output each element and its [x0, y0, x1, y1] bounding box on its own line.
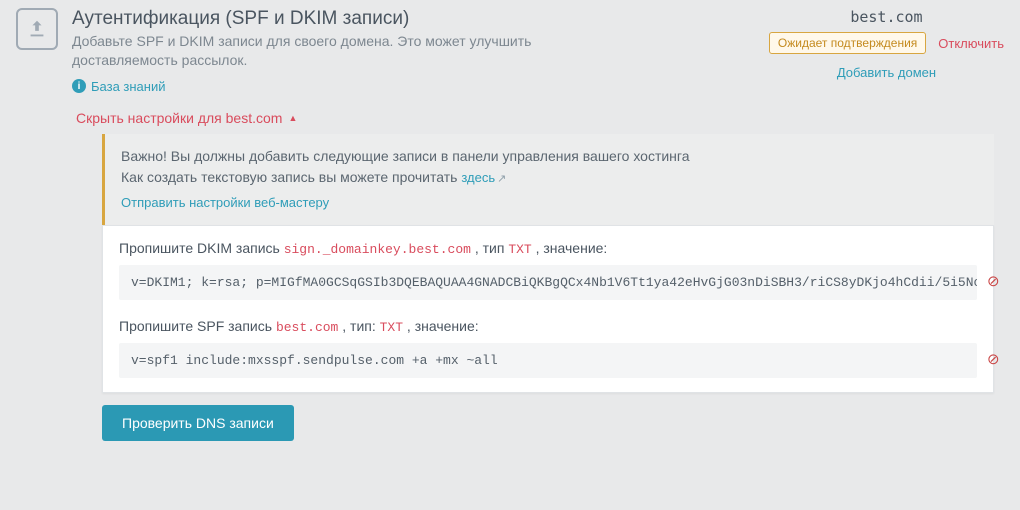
add-domain-link[interactable]: Добавить домен [837, 65, 936, 80]
disable-link[interactable]: Отключить [938, 36, 1004, 51]
kb-link-label: База знаний [91, 79, 166, 94]
dkim-host: sign._domainkey.best.com [284, 242, 471, 257]
send-to-webmaster-link[interactable]: Отправить настройки веб-мастеру [121, 193, 978, 213]
page-title: Аутентификация (SPF и DKIM записи) [72, 8, 755, 30]
page-subtitle: Добавьте SPF и DKIM записи для своего до… [72, 32, 592, 70]
spf-instruction: Пропишите SPF запись best.com , тип: TXT… [119, 318, 977, 335]
toggle-settings-link[interactable]: Скрыть настройки для best.com [76, 110, 297, 126]
spf-value-block[interactable]: v=spf1 include:mxsspf.sendpulse.com +a +… [119, 343, 977, 378]
dkim-type: TXT [508, 242, 531, 257]
alert-here-link[interactable]: здесь [461, 170, 495, 185]
spf-host: best.com [276, 320, 338, 335]
alert-line-2-text: Как создать текстовую запись вы можете п… [121, 169, 461, 185]
warning-icon: ⊘ [987, 350, 1003, 366]
records-box: Пропишите DKIM запись sign._domainkey.be… [102, 225, 994, 393]
knowledge-base-link[interactable]: i База знаний [72, 79, 166, 94]
check-dns-button[interactable]: Проверить DNS записи [102, 405, 294, 441]
dkim-instruction: Пропишите DKIM запись sign._domainkey.be… [119, 240, 977, 257]
dkim-value-block[interactable]: v=DKIM1; k=rsa; p=MIGfMA0GCSqGSIb3DQEBAQ… [119, 265, 977, 300]
status-badge: Ожидает подтверждения [769, 32, 926, 54]
alert-line-1: Важно! Вы должны добавить следующие запи… [121, 146, 978, 168]
auth-icon [16, 8, 58, 50]
spf-type: TXT [380, 320, 403, 335]
warning-icon: ⊘ [987, 272, 1003, 288]
alert-box: Важно! Вы должны добавить следующие запи… [102, 134, 994, 226]
external-link-icon: ↗ [497, 171, 506, 188]
domain-name: best.com [769, 8, 1004, 26]
info-icon: i [72, 79, 86, 93]
